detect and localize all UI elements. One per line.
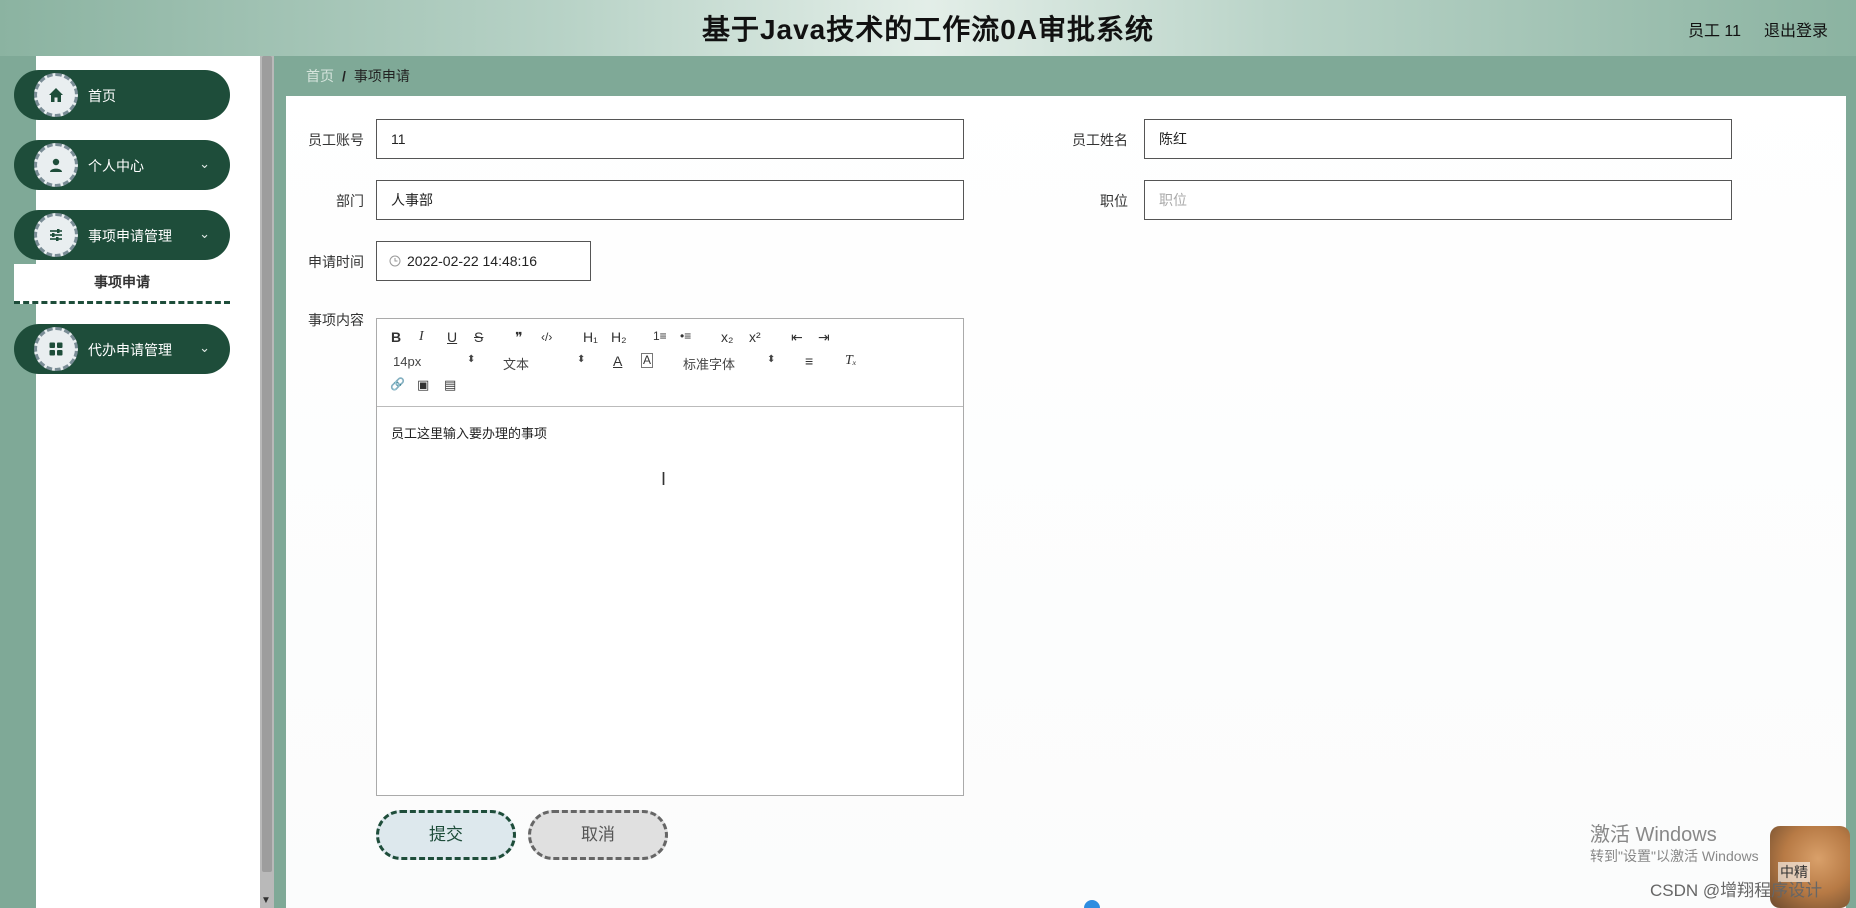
bold-button[interactable]: B — [391, 329, 401, 345]
text-cursor-icon: I — [661, 469, 667, 489]
account-input[interactable]: 11 — [376, 119, 964, 159]
chevron-down-icon: ⌄ — [199, 340, 210, 355]
select-arrow-icon: ⬍ — [767, 354, 776, 365]
chevron-down-icon: ⌄ — [199, 226, 210, 241]
app-title: 基于Java技术的工作流0A审批系统 — [701, 14, 1155, 45]
superscript-button[interactable]: x² — [749, 329, 761, 345]
department-label: 部门 — [336, 193, 364, 209]
background-color-icon[interactable]: A — [641, 353, 654, 368]
cancel-button[interactable]: 取消 — [528, 810, 668, 860]
breadcrumb-separator: / — [342, 68, 346, 84]
underline-button[interactable]: U — [447, 329, 457, 345]
size-select[interactable]: 14px — [393, 354, 421, 369]
position-input[interactable]: 职位 — [1144, 180, 1732, 220]
select-arrow-icon: ⬍ — [577, 354, 586, 365]
windows-activation-subtitle: 转到"设置"以激活 Windows — [1590, 848, 1759, 864]
code-block-button[interactable]: ‹/› — [541, 330, 552, 344]
rich-text-editor[interactable]: B I U S ❞ ‹/› H₁ H₂ 1≡ •≡ x₂ x² ⇤ ⇥ 14px… — [376, 318, 964, 796]
scrollbar-thumb[interactable] — [262, 56, 272, 872]
sliders-icon — [34, 213, 78, 257]
user-icon — [34, 143, 78, 187]
position-label: 职位 — [1100, 193, 1128, 209]
time-value: 2022-02-22 14:48:16 — [407, 253, 537, 269]
app-header: 基于Java技术的工作流0A审批系统 员工 11 退出登录 — [0, 0, 1856, 56]
clock-icon — [389, 243, 401, 281]
indent-button[interactable]: ⇥ — [818, 329, 830, 346]
header-1-button[interactable]: H₁ — [583, 329, 598, 345]
text-color-icon[interactable]: A — [613, 353, 622, 369]
department-input[interactable]: 人事部 — [376, 180, 964, 220]
account-label: 员工账号 — [308, 132, 364, 148]
time-label: 申请时间 — [308, 254, 364, 270]
font-select[interactable]: 标准字体 — [683, 354, 735, 373]
align-icon[interactable]: ≡ — [805, 353, 813, 369]
name-input[interactable]: 陈红 — [1144, 119, 1732, 159]
sidebar-item-label: 事项申请管理 — [88, 228, 172, 244]
clean-format-icon[interactable]: Tₓ — [845, 353, 857, 369]
editor-content[interactable]: 员工这里输入要办理的事项 — [391, 423, 547, 442]
strike-button[interactable]: S — [474, 329, 483, 345]
chevron-down-icon: ⌄ — [199, 156, 210, 171]
home-icon — [34, 73, 78, 117]
header-2-button[interactable]: H₂ — [611, 329, 627, 345]
breadcrumb-current: 事项申请 — [353, 68, 410, 84]
breadcrumb: 首页 / 事项申请 — [286, 56, 1846, 96]
sidebar-subitem-application[interactable]: 事项申请 — [14, 264, 230, 304]
sidebar-item-label: 首页 — [88, 88, 116, 104]
main-content: 首页 / 事项申请 员工账号 11 员工姓名 陈红 部门 人事部 职位 职位 申请时… — [286, 56, 1846, 908]
sidebar-scrollbar[interactable]: ▼ — [260, 56, 274, 908]
outdent-button[interactable]: ⇤ — [791, 329, 803, 346]
current-user: 员工 11 — [1687, 23, 1741, 40]
breadcrumb-home[interactable]: 首页 — [306, 68, 334, 84]
link-icon[interactable]: 🔗 — [390, 377, 405, 391]
video-icon[interactable]: ▤ — [444, 377, 456, 393]
content-label: 事项内容 — [308, 312, 364, 328]
ordered-list-button[interactable]: 1≡ — [653, 329, 667, 343]
subscript-button[interactable]: x₂ — [721, 329, 733, 345]
sidebar-item-label: 代办申请管理 — [88, 342, 172, 358]
editor-toolbar: B I U S ❞ ‹/› H₁ H₂ 1≡ •≡ x₂ x² ⇤ ⇥ 14px… — [377, 319, 963, 407]
header-select[interactable]: 文本 — [503, 354, 529, 373]
logout-link[interactable]: 退出登录 — [1764, 17, 1828, 41]
image-icon[interactable]: ▣ — [417, 377, 429, 393]
select-arrow-icon: ⬍ — [467, 354, 476, 365]
blockquote-button[interactable]: ❞ — [515, 329, 523, 346]
scroll-down-arrow-icon[interactable]: ▼ — [261, 895, 271, 906]
sidebar-item-agent-management[interactable]: 代办申请管理 ⌄ — [14, 324, 230, 374]
bullet-list-button[interactable]: •≡ — [680, 329, 691, 343]
sidebar-item-label: 个人中心 — [88, 158, 144, 174]
time-picker[interactable]: 2022-02-22 14:48:16 — [376, 241, 591, 281]
sidebar-item-home[interactable]: 首页 — [14, 70, 230, 120]
csdn-watermark: CSDN @增翔程序设计 — [1650, 881, 1823, 900]
submit-button[interactable]: 提交 — [376, 810, 516, 860]
italic-button[interactable]: I — [419, 329, 424, 345]
grid-icon — [34, 327, 78, 371]
sidebar-item-personal-center[interactable]: 个人中心 ⌄ — [14, 140, 230, 190]
sidebar-item-application-management[interactable]: 事项申请管理 ⌄ — [14, 210, 230, 260]
name-label: 员工姓名 — [1072, 132, 1128, 148]
windows-activation-title: 激活 Windows — [1590, 824, 1717, 846]
